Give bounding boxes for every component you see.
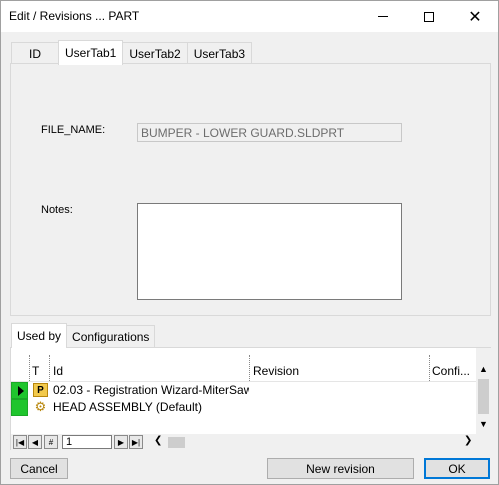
window-title: Edit / Revisions ... PART	[9, 9, 140, 23]
assembly-icon: ⚙	[34, 399, 47, 414]
col-separator[interactable]	[429, 355, 430, 381]
table-row[interactable]: P 02.03 - Registration Wizard-MiterSaw	[11, 382, 476, 399]
tab-usertab1[interactable]: UserTab1	[58, 40, 124, 65]
new-revision-button[interactable]: New revision	[267, 458, 414, 479]
minimize-button[interactable]	[360, 1, 406, 32]
row-indicator[interactable]	[11, 399, 28, 416]
col-separator[interactable]	[249, 355, 250, 381]
file-name-field: BUMPER - LOWER GUARD.SLDPRT	[137, 123, 402, 142]
cancel-button[interactable]: Cancel	[10, 458, 68, 479]
col-separator[interactable]	[29, 355, 30, 381]
row-revision	[249, 382, 429, 399]
scroll-up-icon[interactable]: ▲	[479, 364, 488, 374]
col-separator[interactable]	[49, 355, 50, 381]
tab-usertab2[interactable]: UserTab2	[122, 42, 188, 64]
col-header-revision[interactable]: Revision	[253, 364, 299, 378]
row-indicator[interactable]	[11, 382, 28, 399]
table-row[interactable]: ⚙ HEAD ASSEMBLY (Default)	[11, 399, 476, 416]
col-header-id[interactable]: Id	[53, 364, 63, 378]
scroll-left-icon[interactable]: ❮	[154, 435, 162, 446]
bottom-tab-strip: Used by Configurations	[11, 323, 156, 348]
record-navigator: |◀ ◀ # 1 ▶ ▶| ❮ ❯	[11, 434, 491, 450]
tab-used-by[interactable]: Used by	[11, 323, 68, 348]
vertical-scrollbar[interactable]: ▲ ▼	[476, 348, 491, 434]
ok-button[interactable]: OK	[424, 458, 490, 479]
record-number-input[interactable]: 1	[62, 435, 112, 449]
minimize-icon	[378, 16, 388, 17]
record-hash: #	[44, 435, 58, 449]
used-by-grid: T Id Revision Confi... P 02.03 - Registr…	[10, 347, 491, 450]
horizontal-scroll-thumb[interactable]	[168, 437, 185, 448]
file-name-label: FILE_NAME:	[41, 124, 106, 136]
tab-configurations[interactable]: Configurations	[66, 325, 156, 347]
scroll-thumb[interactable]	[478, 379, 489, 414]
close-icon: ✕	[468, 8, 482, 26]
notes-field[interactable]	[137, 203, 402, 300]
current-row-arrow-icon	[18, 386, 24, 396]
maximize-button[interactable]	[406, 1, 452, 32]
top-tab-strip: ID UserTab1 UserTab2 UserTab3	[11, 40, 253, 65]
next-record-icon[interactable]: ▶	[114, 435, 128, 449]
tab-usertab3[interactable]: UserTab3	[186, 42, 253, 64]
scroll-down-icon[interactable]: ▼	[479, 419, 488, 429]
usertab1-panel: FILE_NAME: BUMPER - LOWER GUARD.SLDPRT N…	[10, 63, 491, 316]
notes-label: Notes:	[41, 204, 73, 216]
col-header-config[interactable]: Confi...	[432, 364, 470, 378]
row-id: HEAD ASSEMBLY (Default)	[53, 400, 202, 414]
row-revision	[249, 399, 429, 416]
row-id: 02.03 - Registration Wizard-MiterSaw	[53, 383, 253, 397]
revisions-dialog: Edit / Revisions ... PART ✕ ID UserTab1 …	[0, 0, 499, 485]
first-record-icon[interactable]: |◀	[13, 435, 27, 449]
col-header-type[interactable]: T	[32, 364, 39, 378]
maximize-icon	[424, 11, 434, 22]
part-icon: P	[33, 383, 48, 397]
scroll-right-icon[interactable]: ❯	[464, 435, 472, 446]
grid-header: T Id Revision Confi...	[11, 348, 476, 382]
title-bar: Edit / Revisions ... PART ✕	[1, 1, 498, 32]
tab-id[interactable]: ID	[11, 42, 59, 64]
last-record-icon[interactable]: ▶|	[129, 435, 143, 449]
close-button[interactable]: ✕	[452, 1, 498, 32]
prev-record-icon[interactable]: ◀	[28, 435, 42, 449]
